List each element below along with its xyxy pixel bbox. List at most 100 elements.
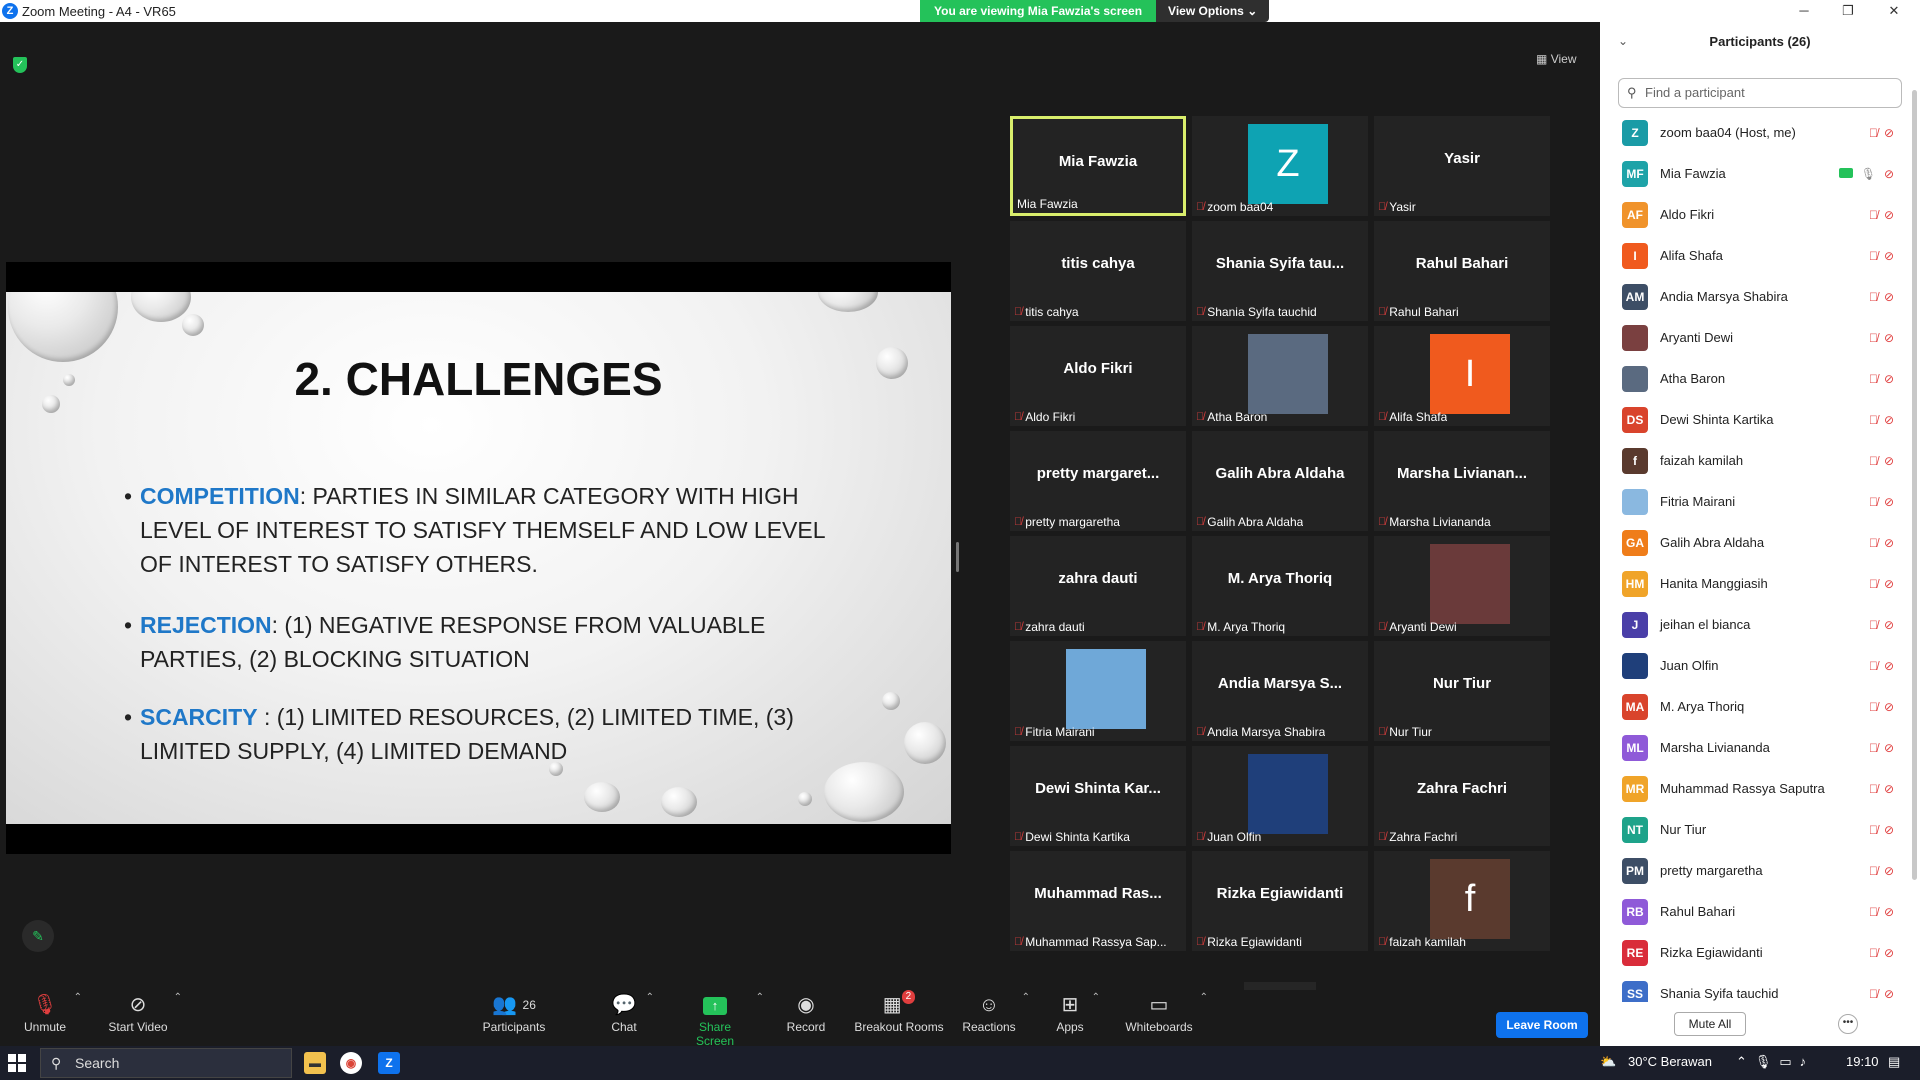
video-tile[interactable]: Mia Fawzia Mia Fawzia [1010,116,1186,216]
chat-button[interactable]: 💬 Chat ⌃ [608,990,654,1034]
view-button[interactable]: ▦ View [1536,52,1576,66]
share-options-caret[interactable]: ⌃ [756,992,764,1003]
apps-options-caret[interactable]: ⌃ [1092,992,1100,1003]
video-tile[interactable]: 🎙̸ Atha Baron [1192,326,1368,426]
zoom-taskbar-icon[interactable]: Z [378,1052,400,1074]
participant-row[interactable]: RE Rizka Egiawidanti 🎙̸⊘ [1600,932,1912,973]
video-tile[interactable]: Nur Tiur 🎙̸ Nur Tiur [1374,641,1550,741]
video-tile[interactable]: Muhammad Ras... 🎙̸ Muhammad Rassya Sap... [1010,851,1186,951]
video-tile[interactable]: titis cahya 🎙̸ titis cahya [1010,221,1186,321]
windows-start-icon[interactable] [8,1054,26,1072]
participant-row[interactable]: PM pretty margaretha 🎙̸⊘ [1600,850,1912,891]
audio-options-caret[interactable]: ⌃ [74,992,82,1003]
participant-row[interactable]: AF Aldo Fikri 🎙̸⊘ [1600,194,1912,235]
participant-row[interactable]: MA M. Arya Thoriq 🎙̸⊘ [1600,686,1912,727]
taskbar-search-box[interactable]: ⚲ Search [40,1048,292,1078]
security-shield-icon[interactable]: ✓ [13,57,27,73]
leave-room-button[interactable]: Leave Room [1496,1012,1588,1038]
participant-row[interactable]: SS Shania Syifa tauchid 🎙̸⊘ [1600,973,1912,1002]
reactions-options-caret[interactable]: ⌃ [1022,992,1030,1003]
video-tile[interactable]: 🎙̸ Fitria Mairani [1010,641,1186,741]
muted-mic-icon: 🎙̸ [1868,248,1884,263]
annotate-pencil-icon[interactable]: ✎ [22,920,54,952]
participants-button[interactable]: 👥 26 Participants [482,990,546,1034]
whiteboards-options-caret[interactable]: ⌃ [1200,992,1208,1003]
participant-row[interactable]: DS Dewi Shinta Kartika 🎙̸⊘ [1600,399,1912,440]
apps-button[interactable]: ⊞ Apps ⌃ [1054,990,1100,1034]
file-explorer-icon[interactable]: ▬ [304,1052,326,1074]
tile-display-name: Marsha Livianan... [1396,465,1528,482]
video-tile[interactable]: zahra dauti 🎙̸ zahra dauti [1010,536,1186,636]
video-tile[interactable]: Zahra Fachri 🎙̸ Zahra Fachri [1374,746,1550,846]
participant-row[interactable]: RB Rahul Bahari 🎙̸⊘ [1600,891,1912,932]
video-tile[interactable]: 🎙̸ Juan Olfin [1192,746,1368,846]
mute-all-button[interactable]: Mute All [1674,1012,1746,1036]
muted-mic-icon: 🎙̸ [1014,726,1023,738]
bullet-keyword: REJECTION [140,612,272,638]
muted-mic-icon: 🎙̸ [1196,516,1205,528]
reactions-button[interactable]: ☺ Reactions ⌃ [962,990,1030,1034]
participant-row[interactable]: MR Muhammad Rassya Saputra 🎙̸⊘ [1600,768,1912,809]
video-tile[interactable]: f 🎙̸ faizah kamilah [1374,851,1550,951]
chrome-icon[interactable]: ◉ [340,1052,362,1074]
participant-row[interactable]: Zzoom baa04 (Host, me) 🎙̸⊘ [1600,112,1912,153]
video-tile[interactable]: Rahul Bahari 🎙̸ Rahul Bahari [1374,221,1550,321]
share-screen-icon: ↑ [703,996,727,1015]
minimize-icon[interactable]: ─ [1784,2,1824,20]
participant-row[interactable]: HM Hanita Manggiasih 🎙̸⊘ [1600,563,1912,604]
video-tile[interactable]: Marsha Livianan... 🎙̸ Marsha Liviananda [1374,431,1550,531]
video-options-caret[interactable]: ⌃ [174,992,182,1003]
notification-icon[interactable]: ▤ [1888,1054,1900,1070]
close-icon[interactable]: ✕ [1874,2,1914,20]
video-tile[interactable]: Galih Abra Aldaha 🎙̸ Galih Abra Aldaha [1192,431,1368,531]
restore-icon[interactable]: ❐ [1828,2,1868,20]
video-tile[interactable]: 🎙̸ Aryanti Dewi [1374,536,1550,636]
participant-row[interactable]: MF Mia Fawzia 🎙 ⊘ [1600,153,1912,194]
water-drop-decoration [824,762,904,822]
video-tile[interactable]: Aldo Fikri 🎙̸ Aldo Fikri [1010,326,1186,426]
video-tile[interactable]: Z 🎙̸ zoom baa04 [1192,116,1368,216]
breakout-rooms-button[interactable]: ▦ 2 Breakout Rooms [854,990,944,1034]
video-tile[interactable]: M. Arya Thoriq 🎙̸ M. Arya Thoriq [1192,536,1368,636]
start-video-button[interactable]: ⊘ Start Video ⌃ [108,990,182,1034]
participant-row[interactable]: NT Nur Tiur 🎙̸⊘ [1600,809,1912,850]
participant-list-scrollbar[interactable] [1912,90,1917,880]
split-drag-handle[interactable] [956,542,959,572]
tile-display-name: Muhammad Ras... [1034,885,1162,902]
tile-name: Aryanti Dewi [1389,620,1457,634]
participant-row[interactable]: ML Marsha Liviananda 🎙̸⊘ [1600,727,1912,768]
participant-row[interactable]: GA Galih Abra Aldaha 🎙̸⊘ [1600,522,1912,563]
video-tile[interactable]: Dewi Shinta Kar... 🎙̸ Dewi Shinta Kartika [1010,746,1186,846]
share-screen-button[interactable]: ↑ Share Screen ⌃ [680,990,764,1048]
video-tile[interactable]: I 🎙̸ Alifa Shafa [1374,326,1550,426]
participant-row[interactable]: Juan Olfin 🎙̸⊘ [1600,645,1912,686]
participant-status-icons: 🎙̸⊘ [1869,659,1900,673]
video-tile[interactable]: Yasir 🎙̸ Yasir [1374,116,1550,216]
participant-search-input[interactable]: ⚲ Find a participant [1618,78,1902,108]
participant-row[interactable]: f faizah kamilah 🎙̸⊘ [1600,440,1912,481]
video-tile[interactable]: pretty margaret... 🎙̸ pretty margaretha [1010,431,1186,531]
view-options-label: View Options [1168,4,1244,18]
participant-row[interactable]: I Alifa Shafa 🎙̸⊘ [1600,235,1912,276]
chat-options-caret[interactable]: ⌃ [646,992,654,1003]
weather-icon[interactable]: ⛅ [1600,1054,1616,1070]
record-button[interactable]: ◉ Record [786,990,826,1034]
weather-label: 30°C Berawan [1628,1054,1712,1069]
view-options-button[interactable]: View Options ⌄ [1156,0,1270,22]
system-tray-icons[interactable]: ⌃🎙▭♪ [1736,1054,1814,1070]
participant-row[interactable]: AM Andia Marsya Shabira 🎙̸⊘ [1600,276,1912,317]
unmute-button[interactable]: 🎙 Unmute ⌃ [22,990,82,1034]
video-tile[interactable]: Rizka Egiawidanti 🎙̸ Rizka Egiawidanti [1192,851,1368,951]
whiteboards-button[interactable]: ▭ Whiteboards ⌃ [1124,990,1208,1034]
chevron-down-icon: ⌄ [1247,4,1258,18]
participant-row[interactable]: Aryanti Dewi 🎙̸⊘ [1600,317,1912,358]
tile-name: Rizka Egiawidanti [1207,935,1302,949]
participant-name: Fitria Mairani [1660,494,1736,509]
video-tile[interactable]: Andia Marsya S... 🎙̸ Andia Marsya Shabira [1192,641,1368,741]
participant-row[interactable]: Jjeihan el bianca 🎙̸⊘ [1600,604,1912,645]
participant-row[interactable]: Atha Baron 🎙̸⊘ [1600,358,1912,399]
more-options-icon[interactable]: ••• [1838,1014,1858,1034]
participant-status-icons: 🎙̸⊘ [1869,987,1900,1001]
video-tile[interactable]: Shania Syifa tau... 🎙̸ Shania Syifa tauchi… [1192,221,1368,321]
participant-row[interactable]: Fitria Mairani 🎙̸⊘ [1600,481,1912,522]
